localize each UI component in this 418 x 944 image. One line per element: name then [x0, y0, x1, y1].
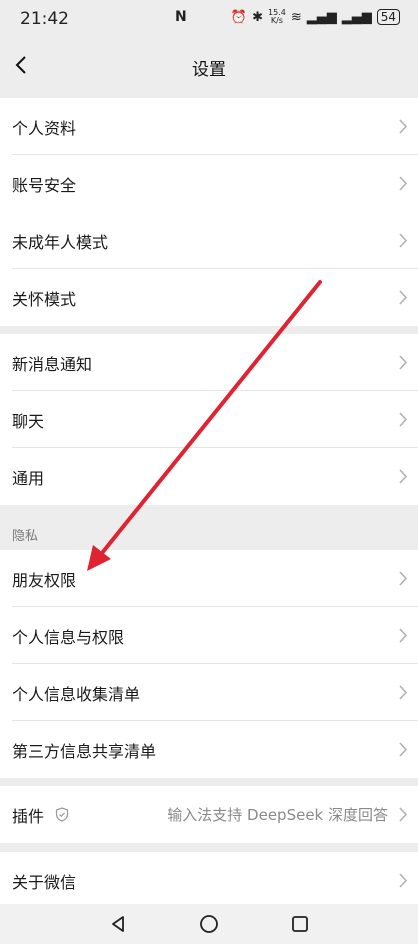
chevron-right-icon — [399, 355, 408, 370]
settings-item-label: 个人信息收集清单 — [12, 685, 141, 704]
settings-item-notifications[interactable]: 新消息通知 — [0, 334, 418, 391]
settings-item-personal-info-collection[interactable]: 个人信息收集清单 — [0, 664, 418, 721]
plugins-value: 输入法支持 DeepSeek 深度回答 — [167, 806, 388, 824]
settings-item-about[interactable]: 关于微信 — [0, 852, 418, 909]
chevron-right-icon — [399, 290, 408, 305]
bluetooth-icon: ✱ — [252, 9, 263, 25]
signal-icon-2: ▂▄▆ — [341, 9, 372, 25]
navigation-bar: 设置 — [0, 36, 418, 98]
chevron-right-icon — [399, 119, 408, 134]
settings-item-label: 新消息通知 — [12, 355, 93, 374]
chevron-right-icon — [399, 233, 408, 248]
status-time: 21:42 — [20, 9, 69, 29]
settings-item-label: 账号安全 — [12, 176, 77, 195]
system-back-button[interactable] — [108, 914, 128, 938]
status-bar: 21:42 N ⏰ ✱ 15.4 K/s ≋ ▂▄▆ ▂▄▆ 54 — [0, 0, 418, 36]
chevron-right-icon — [399, 807, 408, 822]
settings-item-friend-permissions[interactable]: 朋友权限 — [0, 550, 418, 607]
settings-item-label: 关于微信 — [12, 873, 77, 892]
settings-item-label: 个人信息与权限 — [12, 628, 125, 647]
settings-item-label: 通用 — [12, 469, 45, 488]
square-recents-icon — [292, 916, 308, 932]
chevron-right-icon — [399, 469, 408, 484]
system-home-button[interactable] — [199, 914, 219, 938]
settings-item-plugins[interactable]: 插件 输入法支持 DeepSeek 深度回答 — [0, 786, 418, 843]
alarm-icon: ⏰ — [230, 9, 248, 25]
settings-item-label: 第三方信息共享清单 — [12, 742, 157, 761]
settings-item-label: 朋友权限 — [12, 571, 77, 590]
signal-icon-1: ▂▄▆ — [306, 9, 337, 25]
shield-icon — [55, 807, 69, 822]
chevron-right-icon — [399, 628, 408, 643]
wifi-icon: ≋ — [290, 9, 302, 25]
battery-icon: 54 — [376, 9, 400, 25]
settings-item-profile[interactable]: 个人资料 — [0, 98, 418, 155]
page-title: 设置 — [192, 60, 226, 80]
chevron-right-icon — [399, 873, 408, 888]
chevron-right-icon — [399, 571, 408, 586]
settings-item-label: 聊天 — [12, 412, 45, 431]
network-speed: 15.4 K/s — [268, 8, 286, 25]
settings-item-general[interactable]: 通用 — [0, 448, 418, 505]
settings-item-label: 插件 — [12, 807, 45, 826]
chevron-right-icon — [399, 685, 408, 700]
system-navigation-bar — [0, 904, 418, 944]
chevron-right-icon — [399, 176, 408, 191]
settings-item-personal-info-permissions[interactable]: 个人信息与权限 — [0, 607, 418, 664]
chevron-right-icon — [399, 412, 408, 427]
settings-item-account-security[interactable]: 账号安全 — [0, 155, 418, 212]
settings-item-label: 未成年人模式 — [12, 233, 109, 252]
triangle-back-icon — [112, 916, 124, 932]
settings-item-minor-mode[interactable]: 未成年人模式 — [0, 212, 418, 269]
system-recents-button[interactable] — [290, 914, 310, 938]
circle-home-icon — [200, 915, 218, 933]
nfc-icon: N — [175, 9, 187, 25]
status-icons: ⏰ ✱ 15.4 K/s ≋ ▂▄▆ ▂▄▆ 54 — [231, 9, 400, 25]
settings-item-label: 个人资料 — [12, 119, 77, 138]
settings-item-third-party-sharing[interactable]: 第三方信息共享清单 — [0, 721, 418, 778]
settings-item-care-mode[interactable]: 关怀模式 — [0, 269, 418, 326]
chevron-right-icon — [399, 742, 408, 757]
section-header-privacy: 隐私 — [0, 506, 418, 550]
section-header-label: 隐私 — [12, 529, 39, 544]
settings-item-label: 关怀模式 — [12, 290, 77, 309]
settings-item-chat[interactable]: 聊天 — [0, 391, 418, 448]
